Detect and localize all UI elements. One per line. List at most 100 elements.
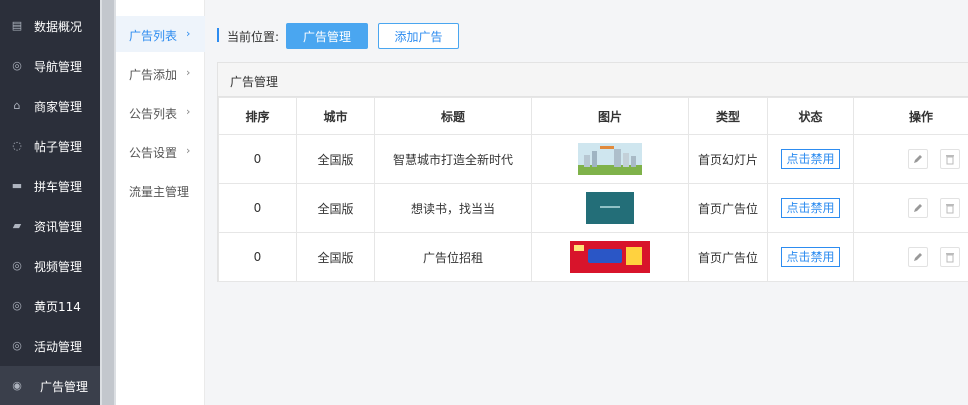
newspaper-icon: ▤ [11, 18, 23, 32]
compass-icon: ◎ [12, 58, 22, 72]
sidebar-item-dashboard[interactable]: ▤ 数据概况 [0, 6, 100, 46]
sidebar-item-navigation[interactable]: ◎ 导航管理 [0, 46, 100, 86]
column-header-city[interactable]: 城市 [296, 97, 375, 135]
cell-city: 全国版 [296, 183, 375, 233]
ad-table: 排序 城市 标题 图片 类型 状态 操作 0 全国版 智慧城市打造全新时代 首页… [218, 97, 968, 282]
cell-actions [853, 232, 968, 282]
city-skyline-banner-image [578, 143, 642, 175]
edit-button[interactable] [908, 198, 928, 218]
trash-icon [946, 252, 954, 262]
pencil-icon [914, 155, 922, 163]
sidebar-item-label: 数据概况 [34, 20, 83, 34]
panel-title: 广告管理 [230, 75, 279, 89]
sidebar-item-yellow-pages[interactable]: ◎ 黄页114 [0, 286, 100, 326]
column-header-image[interactable]: 图片 [531, 97, 689, 135]
table-row: 0 全国版 智慧城市打造全新时代 首页幻灯片 点击禁用 [218, 134, 968, 184]
chevron-right-icon: › [186, 105, 191, 118]
table-header-row: 排序 城市 标题 图片 类型 状态 操作 [218, 97, 968, 135]
column-header-status[interactable]: 状态 [767, 97, 854, 135]
lifebuoy-icon: ◉ [12, 378, 22, 392]
subnav-item-label: 广告添加 [129, 68, 178, 82]
cell-status: 点击禁用 [767, 232, 854, 282]
sub-navigation: 广告列表 › 广告添加 › 公告列表 › 公告设置 › 流量主管理 [116, 0, 205, 405]
cell-type: 首页广告位 [688, 183, 768, 233]
sidebar-scrollbar[interactable] [100, 0, 116, 405]
subnav-item-label: 广告列表 [129, 29, 178, 43]
edit-button[interactable] [908, 149, 928, 169]
subnav-item-label: 公告设置 [129, 146, 178, 160]
cell-city: 全国版 [296, 134, 375, 184]
chevron-right-icon: › [186, 27, 191, 40]
disable-button[interactable]: 点击禁用 [781, 198, 840, 218]
breadcrumb-label: 当前位置: [227, 30, 280, 44]
sidebar-item-events[interactable]: ◎ 活动管理 [0, 326, 100, 366]
cell-city: 全国版 [296, 232, 375, 282]
car-icon: ▬ [11, 178, 23, 192]
subnav-item-label: 公告列表 [129, 107, 178, 121]
scrollbar-thumb[interactable] [102, 0, 114, 405]
sidebar-item-news[interactable]: ▰ 资讯管理 [0, 206, 100, 246]
cell-order: 0 [218, 232, 297, 282]
table-row: 0 全国版 想读书，找当当 首页广告位 点击禁用 [218, 183, 968, 233]
sidebar-item-label: 活动管理 [34, 340, 83, 354]
trash-icon [946, 154, 954, 164]
bank-icon: ⌂ [13, 98, 21, 112]
table-row: 0 全国版 广告位招租 首页广告位 点击禁用 [218, 232, 968, 282]
chevron-right-icon: › [186, 66, 191, 79]
delete-button[interactable] [940, 247, 960, 267]
cell-order: 0 [218, 183, 297, 233]
delete-button[interactable] [940, 198, 960, 218]
column-header-type[interactable]: 类型 [688, 97, 768, 135]
subnav-item-label: 流量主管理 [129, 185, 190, 199]
cell-image [531, 232, 689, 282]
cell-title: 想读书，找当当 [374, 183, 532, 233]
cell-type: 首页广告位 [688, 232, 768, 282]
main-content: 当前位置: 广告管理 添加广告 广告管理 排序 城市 标题 图片 类型 状态 操… [205, 0, 968, 405]
sidebar-item-posts[interactable]: ◌ 帖子管理 [0, 126, 100, 166]
subnav-item-notice-list[interactable]: 公告列表 › [116, 94, 205, 130]
column-header-title[interactable]: 标题 [374, 97, 532, 135]
panel-header: 广告管理 [218, 63, 968, 97]
sidebar-item-label: 帖子管理 [34, 140, 83, 154]
sidebar-item-ads[interactable]: ◉ 广告管理 [0, 366, 100, 405]
sidebar-item-label: 广告管理 [40, 380, 89, 394]
subnav-item-notice-settings[interactable]: 公告设置 › [116, 133, 205, 169]
disable-button[interactable]: 点击禁用 [781, 149, 840, 169]
cell-actions [853, 183, 968, 233]
breadcrumb-marker [217, 28, 219, 42]
delete-button[interactable] [940, 149, 960, 169]
add-ad-button[interactable]: 添加广告 [378, 23, 459, 49]
sidebar-item-carpool[interactable]: ▬ 拼车管理 [0, 166, 100, 206]
subnav-item-ad-list[interactable]: 广告列表 › [116, 16, 205, 52]
teal-book-banner-image [586, 192, 634, 224]
chevron-right-icon: › [186, 144, 191, 157]
subnav-item-traffic-owner[interactable]: 流量主管理 [116, 172, 205, 208]
compass-icon: ◎ [12, 338, 22, 352]
ad-management-button[interactable]: 广告管理 [286, 23, 368, 49]
sidebar-item-merchants[interactable]: ⌂ 商家管理 [0, 86, 100, 126]
sidebar-item-label: 商家管理 [34, 100, 83, 114]
sidebar-item-label: 导航管理 [34, 60, 83, 74]
cell-title: 广告位招租 [374, 232, 532, 282]
cell-image [531, 134, 689, 184]
cell-actions [853, 134, 968, 184]
ad-panel: 广告管理 排序 城市 标题 图片 类型 状态 操作 0 全国版 智慧城市打造全新… [217, 62, 968, 282]
compass-icon: ◎ [12, 298, 22, 312]
sidebar-item-label: 黄页114 [34, 300, 81, 314]
column-header-order[interactable]: 排序 [218, 97, 297, 135]
sidebar-item-label: 资讯管理 [34, 220, 83, 234]
edit-button[interactable] [908, 247, 928, 267]
cell-status: 点击禁用 [767, 134, 854, 184]
pencil-icon [914, 253, 922, 261]
sidebar-item-video[interactable]: ◎ 视频管理 [0, 246, 100, 286]
app-root: ▤ 数据概况 ◎ 导航管理 ⌂ 商家管理 ◌ 帖子管理 ▬ 拼车管理 ▰ 资讯管… [0, 0, 968, 405]
cell-image [531, 183, 689, 233]
disable-button[interactable]: 点击禁用 [781, 247, 840, 267]
column-header-actions[interactable]: 操作 [853, 97, 968, 135]
sidebar-item-label: 拼车管理 [34, 180, 83, 194]
cell-status: 点击禁用 [767, 183, 854, 233]
sidebar-item-label: 视频管理 [34, 260, 83, 274]
subnav-item-ad-add[interactable]: 广告添加 › [116, 55, 205, 91]
main-sidebar: ▤ 数据概况 ◎ 导航管理 ⌂ 商家管理 ◌ 帖子管理 ▬ 拼车管理 ▰ 资讯管… [0, 0, 100, 405]
cell-title: 智慧城市打造全新时代 [374, 134, 532, 184]
